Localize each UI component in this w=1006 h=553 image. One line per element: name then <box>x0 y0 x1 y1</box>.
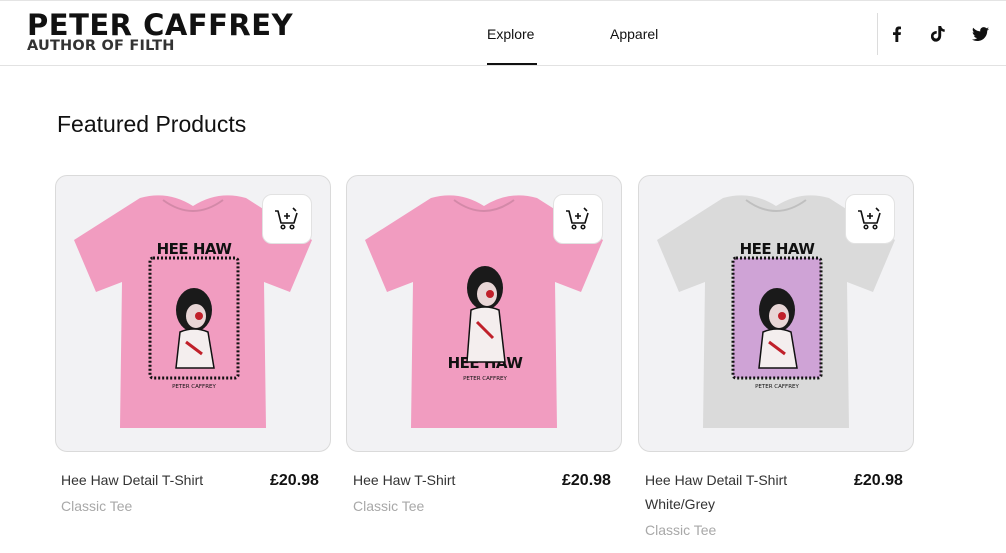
svg-text:PETER CAFFREY: PETER CAFFREY <box>172 384 216 390</box>
cart-icon <box>275 207 298 230</box>
product-card-image[interactable]: HEE HAW PETER CAFFREY <box>638 175 914 452</box>
product-card-image[interactable]: HEE HAW PETER CAFFREY <box>55 175 331 452</box>
svg-text:PETER CAFFREY: PETER CAFFREY <box>463 376 507 382</box>
cart-icon <box>566 207 589 230</box>
header-divider <box>877 13 878 55</box>
svg-text:PETER CAFFREY: PETER CAFFREY <box>755 384 799 390</box>
facebook-icon[interactable] <box>888 25 906 43</box>
product-name[interactable]: Hee Haw Detail T-Shirt White/Grey <box>645 468 815 516</box>
site-logo[interactable]: PETER CAFFREY AUTHOR OF FILTH <box>27 7 294 54</box>
product-type: Classic Tee <box>645 522 717 538</box>
nav-item-apparel[interactable]: Apparel <box>610 26 658 42</box>
product-price: £20.98 <box>270 472 319 489</box>
product-price: £20.98 <box>562 472 611 489</box>
tiktok-icon[interactable] <box>929 25 947 43</box>
product-price: £20.98 <box>854 472 903 489</box>
product-type: Classic Tee <box>353 498 425 514</box>
add-to-cart-button[interactable] <box>553 194 603 244</box>
cart-icon <box>858 207 881 230</box>
product-name[interactable]: Hee Haw T-Shirt <box>353 468 553 492</box>
nav-active-indicator <box>487 63 537 65</box>
svg-text:HEE HAW: HEE HAW <box>740 240 816 258</box>
site-header: PETER CAFFREY AUTHOR OF FILTH Explore Ap… <box>0 0 1006 66</box>
logo-title: PETER CAFFREY <box>27 7 294 43</box>
twitter-icon[interactable] <box>971 25 989 43</box>
nav-item-explore[interactable]: Explore <box>487 26 534 42</box>
product-name[interactable]: Hee Haw Detail T-Shirt <box>61 468 261 492</box>
product-card-image[interactable]: HEE HAW PETER CAFFREY <box>346 175 622 452</box>
svg-text:HEE HAW: HEE HAW <box>157 240 233 258</box>
add-to-cart-button[interactable] <box>845 194 895 244</box>
add-to-cart-button[interactable] <box>262 194 312 244</box>
section-title: Featured Products <box>57 111 247 137</box>
product-type: Classic Tee <box>61 498 133 514</box>
